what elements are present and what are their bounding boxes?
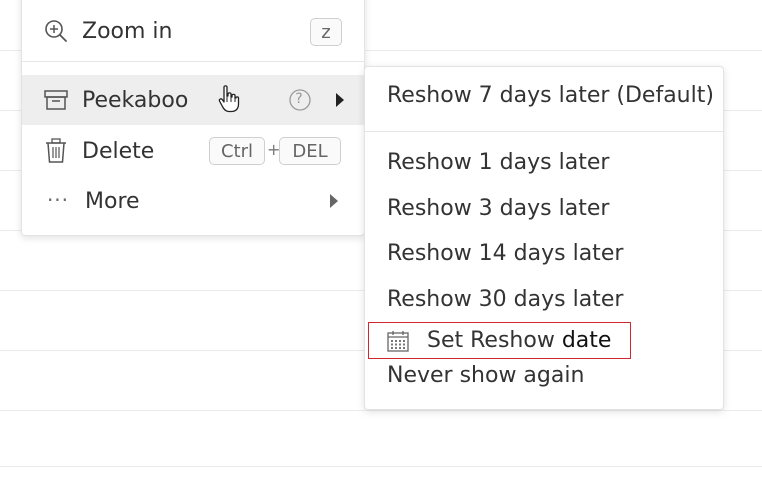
submenu-item-reshow-1[interactable]: Reshow 1 days later <box>387 150 609 175</box>
menu-item-label: Zoom in <box>82 18 173 44</box>
submenu-arrow-icon <box>326 86 354 114</box>
shortcut-key: z <box>310 18 342 46</box>
ellipsis-icon: ··· <box>46 188 70 212</box>
menu-item-more[interactable]: ··· More <box>22 176 364 226</box>
peekaboo-submenu: Reshow 7 days later (Default) Reshow 1 d… <box>364 66 724 410</box>
set-date-label-emphasis: date <box>561 328 612 353</box>
context-menu: Zoom in z Peekaboo ? Delete Ctrl + DEL ·… <box>21 0 365 236</box>
hand-cursor-icon <box>215 85 243 113</box>
submenu-item-set-reshow-date[interactable]: Set Reshow date <box>368 322 631 359</box>
menu-item-label: Delete <box>82 138 155 164</box>
archive-box-icon <box>42 86 70 114</box>
submenu-item-reshow-7-default[interactable]: Reshow 7 days later (Default) <box>387 83 714 108</box>
background-row-line <box>0 466 762 467</box>
set-date-label-prefix: Set Reshow <box>427 328 562 353</box>
trash-icon <box>42 137 70 165</box>
zoom-in-icon <box>42 17 70 45</box>
help-circle-icon[interactable]: ? <box>286 86 314 114</box>
menu-divider <box>22 61 364 62</box>
submenu-item-reshow-14[interactable]: Reshow 14 days later <box>387 241 623 266</box>
menu-item-zoom-in[interactable]: Zoom in z <box>22 6 364 56</box>
background-row-line <box>0 410 762 411</box>
set-date-label: Set Reshow date <box>427 328 611 353</box>
submenu-item-never-show[interactable]: Never show again <box>387 363 584 388</box>
menu-item-label: More <box>85 188 140 214</box>
shortcut-key-del: DEL <box>279 137 341 165</box>
calendar-icon <box>386 329 410 357</box>
submenu-item-reshow-3[interactable]: Reshow 3 days later <box>387 196 609 221</box>
shortcut-key-ctrl: Ctrl <box>209 137 265 165</box>
menu-divider <box>365 131 723 132</box>
menu-item-label: Peekaboo <box>82 87 189 113</box>
help-symbol: ? <box>295 91 303 107</box>
menu-item-delete[interactable]: Delete Ctrl + DEL <box>22 126 364 176</box>
submenu-item-reshow-30[interactable]: Reshow 30 days later <box>387 287 623 312</box>
menu-item-peekaboo[interactable]: Peekaboo ? <box>22 75 364 125</box>
submenu-arrow-icon <box>320 187 348 215</box>
